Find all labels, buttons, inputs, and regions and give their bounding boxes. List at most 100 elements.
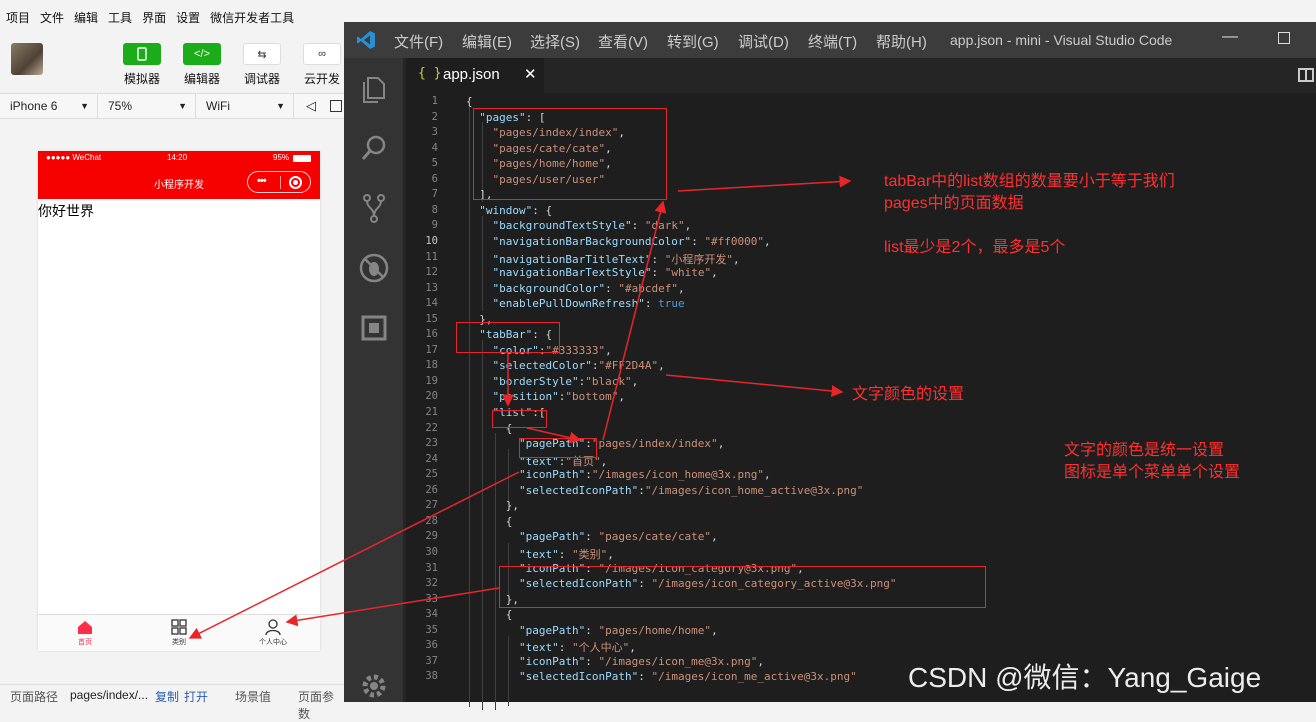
code-line[interactable]: "borderStyle":"black", bbox=[466, 375, 639, 388]
capsule-button[interactable]: ••• bbox=[247, 171, 311, 193]
menu-item-settings[interactable]: 设置 bbox=[176, 9, 200, 26]
menu-item-edit[interactable]: 编辑 bbox=[74, 9, 98, 26]
page-content-text: 你好世界 bbox=[38, 203, 94, 219]
code-line[interactable]: "selectedIconPath":"/images/icon_home_ac… bbox=[466, 484, 863, 497]
line-number: 6 bbox=[431, 172, 438, 185]
tabbar-highlight-box bbox=[456, 322, 560, 353]
maximize-icon[interactable] bbox=[1278, 32, 1290, 44]
json-file-icon: { } bbox=[418, 66, 442, 81]
minimize-icon[interactable]: — bbox=[1222, 28, 1238, 46]
menu-item-file[interactable]: 文件 bbox=[40, 9, 64, 26]
code-line[interactable]: "window": { bbox=[466, 204, 552, 217]
user-icon bbox=[265, 619, 281, 635]
close-icon[interactable]: ✕ bbox=[524, 65, 537, 83]
simulator-label: 模拟器 bbox=[123, 72, 160, 86]
menu-item-devtools[interactable]: 微信开发者工具 bbox=[210, 9, 294, 26]
vs-menu-help[interactable]: 帮助(H) bbox=[876, 31, 927, 52]
line-number: 7 bbox=[431, 188, 438, 201]
open-link[interactable]: 打开 bbox=[184, 688, 208, 705]
line-number: 2 bbox=[431, 110, 438, 123]
code-line[interactable]: "enablePullDownRefresh": true bbox=[466, 297, 685, 310]
line-number: 18 bbox=[425, 359, 438, 372]
code-line[interactable]: "pagePath": "pages/cate/cate", bbox=[466, 530, 718, 543]
menu-item-tools[interactable]: 工具 bbox=[108, 9, 132, 26]
split-editor-icon[interactable] bbox=[1298, 68, 1314, 82]
avatar[interactable] bbox=[11, 43, 43, 75]
code-line[interactable]: "backgroundTextStyle": "dark", bbox=[466, 219, 692, 232]
line-number: 32 bbox=[425, 577, 438, 590]
vs-menu-selection[interactable]: 选择(S) bbox=[530, 31, 580, 52]
phone-icon bbox=[123, 43, 161, 65]
page-path-label: 页面路径 bbox=[10, 690, 59, 704]
tab-user[interactable]: 个人中心 bbox=[243, 619, 303, 647]
line-number: 24 bbox=[425, 452, 438, 465]
line-number: 22 bbox=[425, 421, 438, 434]
settings-gear-icon[interactable] bbox=[358, 670, 390, 702]
code-line[interactable]: "backgroundColor": "#abcdef", bbox=[466, 282, 685, 295]
code-line[interactable]: { bbox=[466, 95, 473, 108]
line-number: 23 bbox=[425, 437, 438, 450]
scene-label[interactable]: 场景值 bbox=[235, 688, 271, 705]
close-circle-icon[interactable] bbox=[289, 176, 302, 189]
tab-category-label: 类别 bbox=[172, 639, 186, 646]
tab-home[interactable]: 首页 bbox=[55, 619, 115, 647]
zoom-select[interactable]: 75% ▼ bbox=[98, 94, 196, 119]
simulator-button[interactable]: 模拟器 bbox=[118, 43, 166, 87]
code-line[interactable]: { bbox=[466, 515, 513, 528]
vs-menu-edit[interactable]: 编辑(E) bbox=[462, 31, 512, 52]
code-line[interactable]: "navigationBarTitleText": "小程序开发", bbox=[466, 251, 740, 267]
code-line[interactable]: "navigationBarTextStyle": "white", bbox=[466, 266, 718, 279]
chevron-down-icon: ▼ bbox=[178, 101, 187, 111]
extensions-icon[interactable] bbox=[358, 312, 390, 344]
code-line[interactable]: "selectedIconPath": "/images/icon_me_act… bbox=[466, 670, 857, 683]
device-select[interactable]: iPhone 6 ▼ bbox=[0, 94, 98, 119]
line-number: 10 bbox=[425, 234, 438, 247]
editor-button[interactable]: </> 编辑器 bbox=[178, 43, 226, 87]
code-line[interactable]: }, bbox=[466, 499, 519, 512]
menu-item-project[interactable]: 项目 bbox=[6, 9, 30, 26]
search-icon[interactable] bbox=[358, 132, 390, 164]
code-line[interactable]: "position":"bottom", bbox=[466, 390, 625, 403]
vs-menu-debug[interactable]: 调试(D) bbox=[738, 31, 789, 52]
params-label[interactable]: 页面参数 bbox=[298, 688, 344, 722]
line-number: 28 bbox=[425, 514, 438, 527]
cloud-button[interactable]: ∞ 云开发 bbox=[298, 43, 346, 87]
debug-icon[interactable] bbox=[358, 252, 390, 284]
line-number: 30 bbox=[425, 545, 438, 558]
code-line[interactable]: { bbox=[466, 608, 513, 621]
line-number: 20 bbox=[425, 390, 438, 403]
vs-menu-terminal[interactable]: 终端(T) bbox=[808, 31, 857, 52]
code-line[interactable]: "iconPath": "/images/icon_me@3x.png", bbox=[466, 655, 764, 668]
more-icon[interactable]: ••• bbox=[257, 175, 267, 187]
vs-menu-view[interactable]: 查看(V) bbox=[598, 31, 648, 52]
line-number: 36 bbox=[425, 639, 438, 652]
code-line[interactable]: "pagePath": "pages/home/home", bbox=[466, 624, 718, 637]
battery-text: 95% bbox=[273, 153, 290, 162]
tab-app-json[interactable]: { } app.json ✕ bbox=[406, 58, 544, 93]
code-line[interactable]: "iconPath":"/images/icon_home@3x.png", bbox=[466, 468, 771, 481]
copy-link[interactable]: 复制 bbox=[155, 688, 179, 705]
vs-menu-file[interactable]: 文件(F) bbox=[394, 31, 443, 52]
code-line[interactable]: "text": "个人中心", bbox=[466, 639, 636, 655]
debugger-button[interactable]: ⇆ 调试器 bbox=[238, 43, 286, 87]
line-number: 37 bbox=[425, 654, 438, 667]
code-line[interactable]: "navigationBarBackgroundColor": "#ff0000… bbox=[466, 235, 771, 248]
menu-item-view[interactable]: 界面 bbox=[142, 9, 166, 26]
battery-icon bbox=[293, 155, 311, 162]
sound-icon[interactable]: ◁ bbox=[306, 98, 316, 114]
code-line[interactable]: "selectedColor":"#FF2D4A", bbox=[466, 359, 665, 372]
line-number: 27 bbox=[425, 499, 438, 512]
vs-menu-go[interactable]: 转到(G) bbox=[667, 31, 719, 52]
vscode-logo-icon bbox=[357, 31, 375, 49]
vscode-titlebar: 文件(F) 编辑(E) 选择(S) 查看(V) 转到(G) 调试(D) 终端(T… bbox=[344, 22, 1316, 58]
tab-category[interactable]: 类别 bbox=[149, 619, 209, 647]
network-select[interactable]: WiFi ▼ bbox=[196, 94, 294, 119]
explorer-icon[interactable] bbox=[358, 72, 390, 104]
rotate-icon[interactable] bbox=[330, 100, 342, 112]
code-line[interactable]: "text": "类别", bbox=[466, 546, 614, 562]
line-number: 5 bbox=[431, 157, 438, 170]
source-control-icon[interactable] bbox=[358, 192, 390, 224]
line-number: 3 bbox=[431, 126, 438, 139]
capsule-divider bbox=[280, 176, 281, 189]
editor-tabs: { } app.json ✕ bbox=[406, 58, 1316, 93]
